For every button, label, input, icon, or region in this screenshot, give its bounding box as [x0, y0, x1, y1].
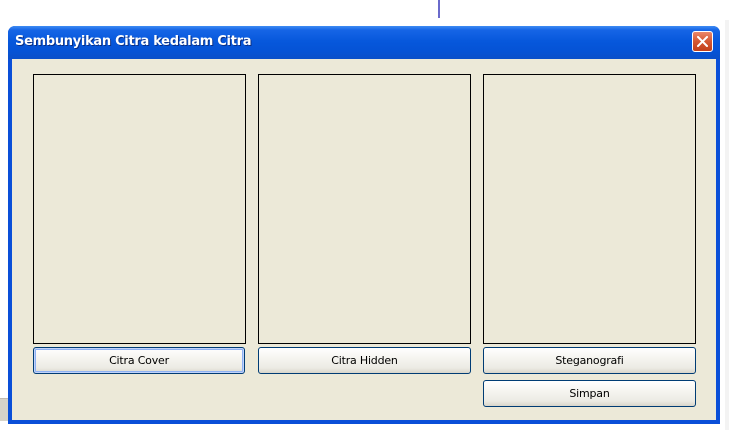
background-edge: [725, 20, 729, 430]
window-client-area: Citra Cover Citra Hidden Steganografi Si…: [12, 59, 716, 420]
stego-image-box: [483, 74, 696, 344]
close-button[interactable]: [692, 31, 713, 52]
steganography-window: Sembunyikan Citra kedalam Citra Citra Co…: [8, 26, 720, 424]
steganografi-button[interactable]: Steganografi: [483, 347, 696, 374]
window-title: Sembunyikan Citra kedalam Citra: [15, 34, 252, 49]
citra-hidden-button[interactable]: Citra Hidden: [258, 347, 471, 374]
screen: Sembunyikan Citra kedalam Citra Citra Co…: [0, 0, 729, 430]
hidden-image-box: [258, 74, 471, 344]
citra-cover-button[interactable]: Citra Cover: [33, 347, 245, 374]
cover-image-box: [33, 74, 246, 344]
simpan-button[interactable]: Simpan: [483, 380, 696, 407]
title-bar[interactable]: Sembunyikan Citra kedalam Citra: [8, 26, 720, 59]
close-icon: [697, 36, 708, 47]
background-line: [438, 0, 440, 18]
